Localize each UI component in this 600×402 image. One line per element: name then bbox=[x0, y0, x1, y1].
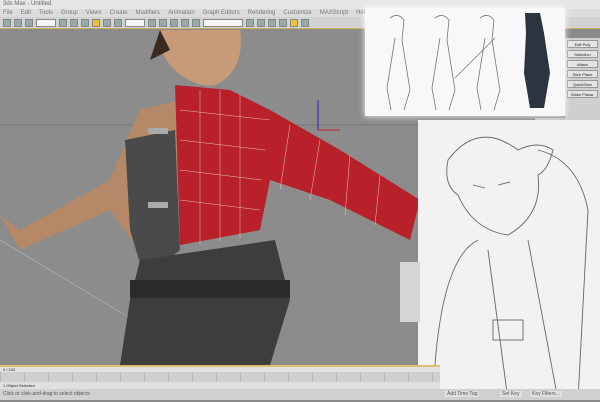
model-head bbox=[159, 30, 241, 86]
render-icon[interactable] bbox=[301, 19, 309, 27]
slice-plane-button[interactable]: Slice Plane bbox=[567, 70, 598, 78]
prompt-text: Click or click-and-drag to select object… bbox=[3, 391, 90, 397]
reference-coord-dropdown[interactable] bbox=[125, 19, 145, 27]
window-crossing-icon[interactable] bbox=[81, 19, 89, 27]
attach-button[interactable]: Attach bbox=[567, 60, 598, 68]
selection-status: 1 Object Selected bbox=[0, 382, 440, 389]
character-model bbox=[0, 30, 420, 365]
track-bar[interactable] bbox=[0, 372, 440, 382]
command-panel: Edit Poly Selection Attach Slice Plane Q… bbox=[565, 38, 600, 128]
menu-file[interactable]: File bbox=[3, 9, 13, 17]
percent-snap-icon[interactable] bbox=[181, 19, 189, 27]
model-belt bbox=[130, 280, 290, 298]
make-planar-button[interactable]: Make Planar bbox=[567, 90, 598, 98]
scale-icon[interactable] bbox=[114, 19, 122, 27]
add-time-tag-button[interactable]: Add Time Tag bbox=[445, 391, 480, 397]
sketch-head bbox=[446, 136, 554, 236]
selection-rollout[interactable]: Selection bbox=[567, 50, 598, 58]
menu-create[interactable]: Create bbox=[110, 9, 128, 17]
link-icon[interactable] bbox=[25, 19, 33, 27]
set-key-button[interactable]: Set Key bbox=[500, 391, 522, 397]
sketch-figures bbox=[386, 15, 501, 111]
undo-icon[interactable] bbox=[3, 19, 11, 27]
colored-character bbox=[524, 13, 550, 108]
modifier-stack-item[interactable]: Edit Poly bbox=[567, 40, 598, 48]
snap-icon[interactable] bbox=[159, 19, 167, 27]
align-icon[interactable] bbox=[257, 19, 265, 27]
dialog-fragment bbox=[400, 262, 420, 322]
timeline: 0 / 100 1 Object Selected bbox=[0, 365, 440, 389]
spinner-snap-icon[interactable] bbox=[192, 19, 200, 27]
sketch-eyes bbox=[472, 181, 511, 189]
pencil-character-sketch bbox=[418, 120, 600, 401]
angle-snap-icon[interactable] bbox=[170, 19, 178, 27]
material-editor-icon[interactable] bbox=[290, 19, 298, 27]
menu-maxscript[interactable]: MAXScript bbox=[320, 9, 348, 17]
mirror-icon[interactable] bbox=[246, 19, 254, 27]
rotate-icon[interactable] bbox=[103, 19, 111, 27]
menu-graph-editors[interactable]: Graph Editors bbox=[203, 9, 240, 17]
character-turnaround-sketch bbox=[365, 8, 565, 116]
select-icon[interactable] bbox=[59, 19, 67, 27]
menu-customize[interactable]: Customize bbox=[283, 9, 311, 17]
status-bar: Click or click-and-drag to select object… bbox=[0, 389, 600, 400]
menu-views[interactable]: Views bbox=[86, 9, 102, 17]
redo-icon[interactable] bbox=[14, 19, 22, 27]
curve-editor-icon[interactable] bbox=[279, 19, 287, 27]
menu-rendering[interactable]: Rendering bbox=[248, 9, 276, 17]
move-icon[interactable] bbox=[92, 19, 100, 27]
selection-filter-dropdown[interactable] bbox=[36, 19, 56, 27]
model-buckle bbox=[148, 128, 168, 134]
menu-edit[interactable]: Edit bbox=[21, 9, 31, 17]
pivot-icon[interactable] bbox=[148, 19, 156, 27]
menu-modifiers[interactable]: Modifiers bbox=[136, 9, 160, 17]
quickslice-button[interactable]: QuickSlice bbox=[567, 80, 598, 88]
menu-animation[interactable]: Animation bbox=[168, 9, 195, 17]
menu-group[interactable]: Group bbox=[61, 9, 78, 17]
named-selection-dropdown[interactable] bbox=[203, 19, 243, 27]
key-filters-button[interactable]: Key Filters... bbox=[530, 391, 562, 397]
perspective-viewport[interactable] bbox=[0, 30, 420, 365]
region-select-icon[interactable] bbox=[70, 19, 78, 27]
sketch-armor bbox=[432, 149, 589, 401]
menu-tools[interactable]: Tools bbox=[39, 9, 53, 17]
model-buckle bbox=[148, 202, 168, 208]
layer-icon[interactable] bbox=[268, 19, 276, 27]
